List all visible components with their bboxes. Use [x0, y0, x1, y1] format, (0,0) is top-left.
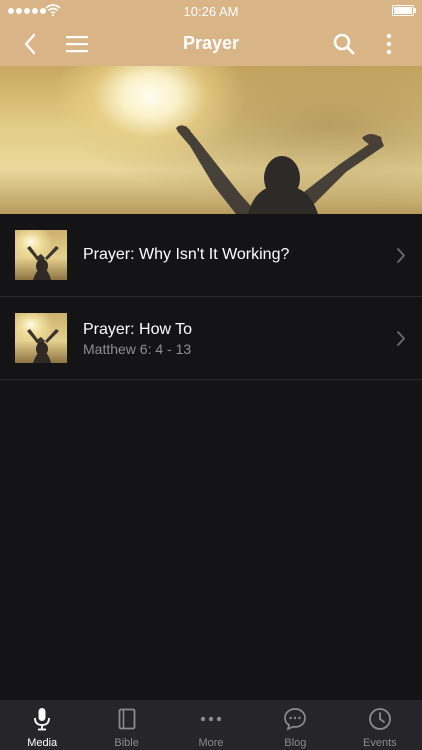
clock-icon — [368, 708, 391, 730]
nav-bar: Prayer — [0, 22, 422, 66]
item-thumbnail — [15, 313, 67, 363]
tab-label: More — [198, 737, 224, 749]
tab-media[interactable]: Media — [0, 700, 84, 750]
media-list: Prayer: Why Isn't It Working? Prayer: Ho… — [0, 214, 422, 380]
item-subtitle: Matthew 6: 4 - 13 — [83, 341, 192, 357]
vertical-dots-icon — [386, 33, 392, 55]
item-title: Prayer: Why Isn't It Working? — [83, 246, 290, 263]
chevron-right-icon — [397, 331, 405, 346]
tab-events[interactable]: Events — [338, 700, 422, 750]
chat-bubble-icon — [284, 708, 307, 731]
tab-more[interactable]: More — [169, 700, 253, 750]
book-icon — [118, 708, 136, 730]
microphone-icon — [34, 708, 51, 731]
chevron-right-icon — [397, 248, 405, 263]
list-item[interactable]: Prayer: Why Isn't It Working? — [0, 214, 422, 297]
tab-blog[interactable]: Blog — [253, 700, 337, 750]
status-bar: 10:26 AM — [0, 0, 422, 22]
praying-woman-silhouette — [176, 125, 384, 214]
tab-label: Blog — [284, 737, 307, 749]
list-item[interactable]: Prayer: How To Matthew 6: 4 - 13 — [0, 297, 422, 380]
battery-icon — [392, 5, 416, 16]
search-button[interactable] — [328, 28, 360, 60]
tab-bible[interactable]: Bible — [84, 700, 168, 750]
hero-image — [0, 66, 422, 214]
tab-label: Media — [27, 737, 58, 749]
tab-bar: Media Bible More Blog Events — [0, 700, 422, 750]
search-icon — [333, 33, 355, 55]
tab-label: Bible — [114, 737, 139, 749]
more-options-button[interactable] — [373, 28, 405, 60]
item-title: Prayer: How To — [83, 321, 193, 338]
status-time: 10:26 AM — [183, 4, 239, 19]
item-thumbnail — [15, 230, 67, 280]
more-dots-icon — [200, 716, 222, 722]
header: 10:26 AM Prayer — [0, 0, 422, 66]
tab-label: Events — [363, 737, 397, 749]
